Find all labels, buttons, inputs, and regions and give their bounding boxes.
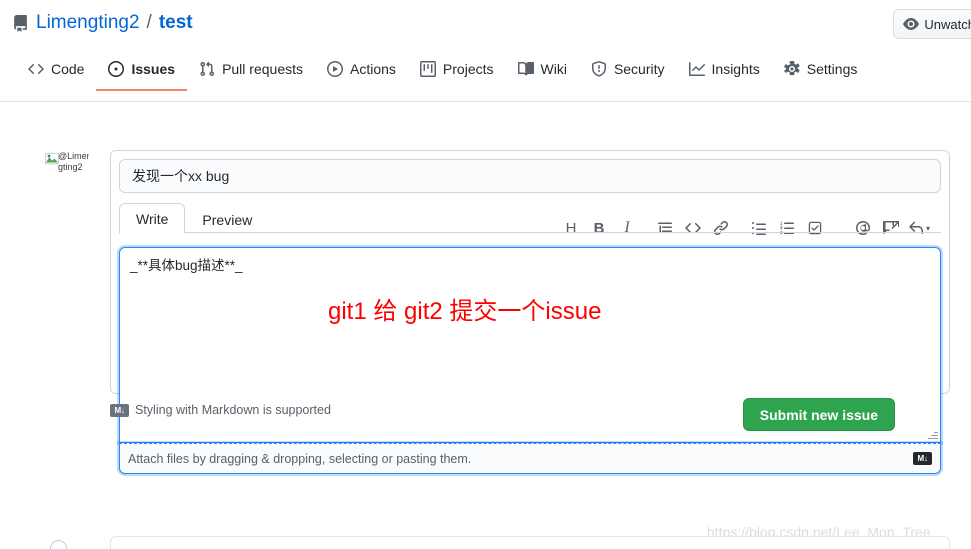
avatar: @Limengting2 — [45, 152, 89, 196]
bottom-avatar — [50, 540, 67, 549]
markdown-supported-label: Styling with Markdown is supported — [135, 403, 331, 417]
write-preview-tabnav: Write Preview — [111, 201, 949, 234]
nav-label: Code — [51, 61, 85, 77]
issue-form-footer: M↓ Styling with Markdown is supported Su… — [110, 398, 950, 440]
file-attach-bar[interactable]: Attach files by dragging & dropping, sel… — [119, 443, 941, 474]
markdown-badge: M↓ — [913, 452, 932, 465]
bottom-comment-card — [110, 536, 950, 549]
sidebar-item-actions[interactable]: Actions — [315, 61, 408, 91]
nav-label: Projects — [442, 61, 494, 77]
submit-new-issue-label: Submit new issue — [759, 406, 878, 423]
issue-body-text: _**具体bug描述**_ — [130, 258, 243, 273]
breadcrumb: Limengting2 / test — [12, 11, 193, 35]
breadcrumb-owner[interactable]: Limengting2 — [36, 11, 140, 35]
nav-label: Settings — [806, 61, 858, 77]
repo-icon — [12, 14, 29, 32]
tab-write[interactable]: Write — [119, 203, 186, 234]
markdown-badge-small: M↓ — [110, 403, 129, 417]
sidebar-item-settings[interactable]: Settings — [772, 61, 870, 91]
issue-title-field-wrap — [111, 151, 949, 201]
repo-nav-list: Code Issues Pull requests Actions Projec… — [16, 61, 869, 91]
sidebar-item-issues[interactable]: Issues — [96, 61, 188, 91]
markdown-supported-note: M↓ Styling with Markdown is supported — [110, 403, 331, 417]
github-new-issue-page: Limengting2 / test Unwatch Code Issues P… — [0, 0, 971, 549]
tab-write-label: Write — [136, 211, 169, 227]
sidebar-item-projects[interactable]: Projects — [408, 61, 506, 91]
sidebar-item-pull-requests[interactable]: Pull requests — [187, 61, 315, 91]
issue-opened-icon — [108, 61, 125, 77]
code-icon — [28, 61, 44, 77]
annotation-text: git1 给 git2 提交一个issue — [328, 298, 602, 325]
tab-preview-label: Preview — [202, 212, 253, 228]
breadcrumb-repo[interactable]: test — [159, 11, 193, 35]
repo-nav: Code Issues Pull requests Actions Projec… — [0, 49, 971, 102]
project-icon — [419, 61, 436, 77]
issue-title-input[interactable] — [119, 159, 941, 193]
watch-button[interactable]: Unwatch — [893, 9, 971, 39]
file-attach-text: Attach files by dragging & dropping, sel… — [128, 451, 472, 466]
nav-label: Wiki — [540, 61, 567, 77]
book-icon — [517, 61, 534, 77]
nav-label: Insights — [711, 61, 760, 77]
shield-icon — [591, 61, 607, 77]
eye-icon — [903, 16, 920, 32]
gear-icon — [783, 61, 800, 77]
sidebar-item-wiki[interactable]: Wiki — [506, 61, 579, 91]
sidebar-item-security[interactable]: Security — [579, 61, 677, 91]
nav-label: Pull requests — [222, 61, 303, 77]
tab-preview[interactable]: Preview — [185, 204, 269, 234]
submit-new-issue-button[interactable]: Submit new issue — [742, 398, 895, 431]
graph-icon — [688, 61, 705, 77]
play-icon — [327, 61, 343, 77]
breadcrumb-separator: / — [146, 12, 152, 33]
git-pull-request-icon — [199, 61, 215, 77]
avatar-alt-text: @Limengting2 — [58, 152, 89, 172]
avatar-broken-image: @Limengting2 — [45, 152, 89, 196]
nav-label: Actions — [350, 61, 396, 77]
repo-header: Limengting2 / test Unwatch — [0, 0, 971, 49]
broken-image-icon — [45, 152, 59, 165]
nav-label: Issues — [131, 61, 176, 77]
tabnav-tabs: Write Preview — [119, 201, 941, 234]
issue-form: Write Preview H B I — [110, 150, 950, 474]
sidebar-item-insights[interactable]: Insights — [677, 61, 772, 91]
nav-label: Security — [613, 61, 665, 77]
watch-button-label: Unwatch — [924, 16, 971, 32]
sidebar-item-code[interactable]: Code — [16, 61, 96, 91]
